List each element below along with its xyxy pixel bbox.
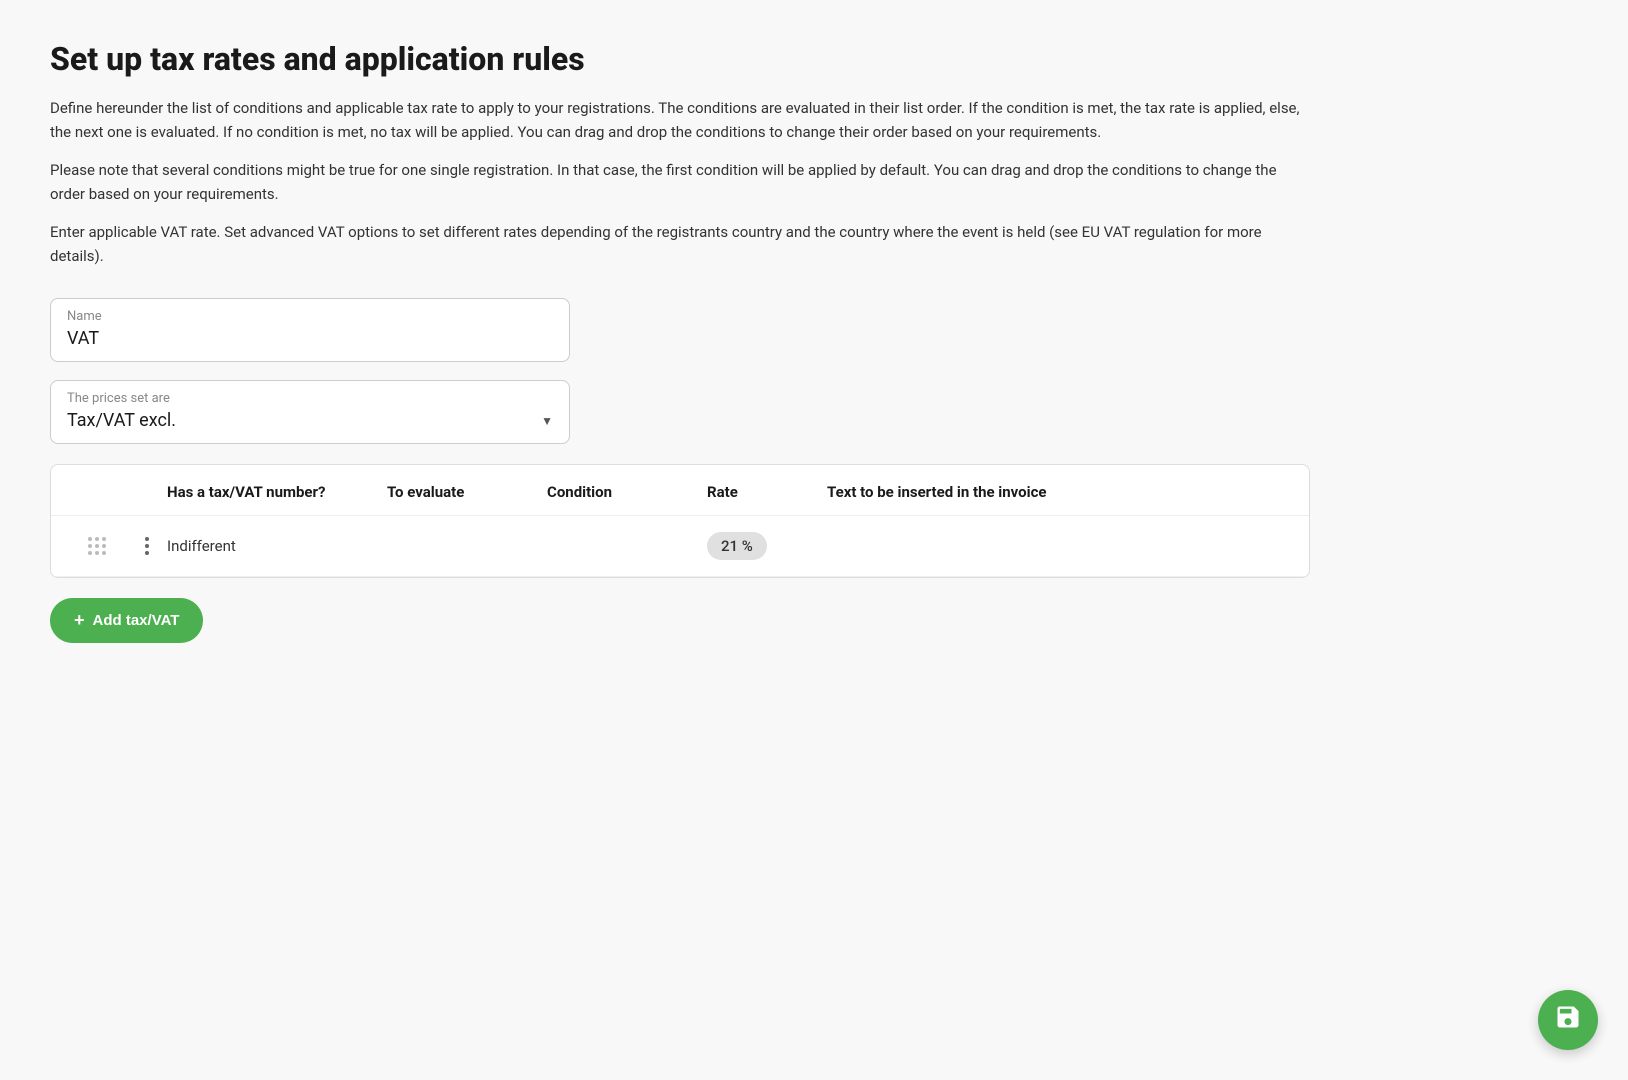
- description-2: Please note that several conditions migh…: [50, 158, 1310, 206]
- prices-field[interactable]: The prices set are Tax/VAT excl. ▼: [50, 380, 570, 444]
- form-section: Name VAT The prices set are Tax/VAT excl…: [50, 298, 1578, 444]
- col-rate-header: Rate: [707, 483, 827, 501]
- description-1: Define hereunder the list of conditions …: [50, 96, 1310, 144]
- name-field[interactable]: Name VAT: [50, 298, 570, 362]
- col-tax-vat-header: Has a tax/VAT number?: [167, 483, 387, 501]
- col-invoice-header: Text to be inserted in the invoice: [827, 483, 1293, 501]
- tax-rules-table: Has a tax/VAT number? To evaluate Condit…: [50, 464, 1310, 578]
- dot-3: [145, 551, 149, 555]
- prices-select[interactable]: Tax/VAT excl. ▼: [67, 410, 553, 431]
- add-button-label: Add tax/VAT: [93, 612, 180, 629]
- cell-rate: 21 %: [707, 532, 827, 560]
- save-icon: [1554, 1003, 1582, 1037]
- col-drag: [67, 483, 127, 501]
- name-value: VAT: [67, 328, 99, 349]
- dot-2: [145, 544, 149, 548]
- plus-icon: +: [74, 610, 85, 631]
- cell-tax-vat: Indifferent: [167, 537, 387, 555]
- col-condition-header: Condition: [547, 483, 707, 501]
- table-row: Indifferent 21 %: [51, 516, 1309, 577]
- drag-handle[interactable]: [67, 537, 127, 556]
- row-menu-button[interactable]: [127, 537, 167, 555]
- prices-value: Tax/VAT excl.: [67, 410, 176, 431]
- dot-1: [145, 537, 149, 541]
- add-tax-vat-button[interactable]: + Add tax/VAT: [50, 598, 203, 643]
- prices-label: The prices set are: [67, 391, 553, 406]
- table-header: Has a tax/VAT number? To evaluate Condit…: [51, 465, 1309, 516]
- col-actions: [127, 483, 167, 501]
- drag-dots-icon: [88, 537, 107, 556]
- name-label: Name: [67, 309, 553, 324]
- col-evaluate-header: To evaluate: [387, 483, 547, 501]
- dropdown-arrow-icon: ▼: [541, 414, 553, 428]
- page-title: Set up tax rates and application rules: [50, 40, 1578, 78]
- description-3: Enter applicable VAT rate. Set advanced …: [50, 220, 1310, 268]
- fab-save-button[interactable]: [1538, 990, 1598, 1050]
- rate-badge: 21 %: [707, 532, 767, 560]
